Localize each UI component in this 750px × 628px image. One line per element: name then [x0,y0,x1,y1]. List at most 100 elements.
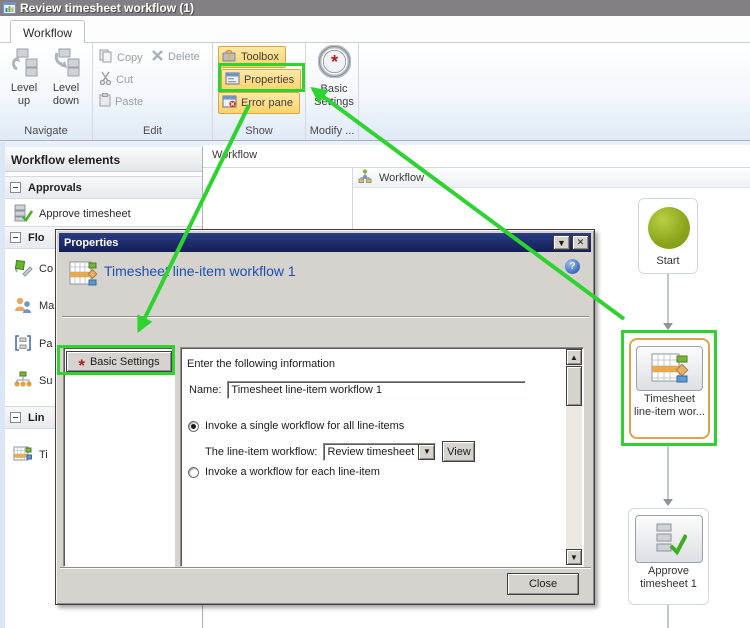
paste-button[interactable]: Paste [99,93,143,110]
subworkflow-icon [13,371,33,392]
ribbon-group-navigate-label: Navigate [0,125,92,137]
dialog-content: Enter the following information Name: Ti… [180,347,584,567]
start-node-shape [648,207,690,249]
collapse-minus-icon[interactable] [10,412,21,423]
line-item-workflow-label: The line-item workflow: [205,446,317,458]
element-label: Approve timesheet [39,208,131,220]
combo-dropdown-icon[interactable]: ▼ [418,444,435,460]
dialog-header-title: Timesheet line-item workflow 1 [104,263,296,279]
approve-node-icon [651,522,687,556]
connector-timesheet-approve [667,446,669,500]
ribbon-group-edit: Copy Delete Cut Paste Edit [93,43,213,140]
ribbon-group-show: Toolbox Properties Error pane Show [213,43,306,140]
start-node-label: Start [641,255,695,268]
cut-icon [99,71,112,88]
radio-single-label: Invoke a single workflow for all line-it… [205,420,404,432]
toolbox-label: Toolbox [241,51,279,63]
workflow-editor-window: Review timesheet workflow (1) Workflow L… [0,0,750,628]
timesheet-node-label: Timesheet line-item wor... [633,393,706,419]
scrollbar-thumb[interactable] [566,366,582,406]
copy-icon [99,49,113,66]
dialog-scrollbar[interactable]: ▲ ▼ [566,349,582,565]
element-label: Ti [39,449,48,461]
combo-selected-value: Review timesheet [324,444,418,460]
dialog-dropdown-button[interactable]: ▼ [553,235,570,250]
error-pane-icon [222,95,237,111]
error-pane-button[interactable]: Error pane [218,92,300,114]
level-down-icon [46,47,86,80]
name-input[interactable]: Timesheet line-item workflow 1 [227,381,526,399]
conditional-decision-icon [13,258,33,281]
dialog-titlebar[interactable]: Properties ▼ ✕ [59,233,591,252]
element-label: Ma [39,300,54,312]
view-button[interactable]: View [442,441,475,462]
delete-icon [151,49,164,65]
canvas-panel-title: Workflow [212,149,257,161]
radio-each-line-item[interactable] [188,467,199,478]
cut-label: Cut [116,74,133,86]
element-label: Pa [39,338,52,350]
copy-button[interactable]: Copy [99,49,143,66]
dialog-separator [62,316,589,318]
close-button[interactable]: Close [507,573,579,595]
tab-workflow[interactable]: Workflow [10,20,85,44]
dialog-title: Properties [59,237,118,249]
canvas-breadcrumb[interactable]: Workflow [353,168,750,188]
error-pane-label: Error pane [241,97,293,109]
level-down-label: Level down [46,82,86,108]
window-titlebar[interactable]: Review timesheet workflow (1) [0,0,750,16]
properties-dialog: Properties ▼ ✕ Timesheet line-item workf… [55,229,595,605]
toolbox-button[interactable]: Toolbox [218,46,286,68]
properties-button[interactable]: Properties [221,69,301,91]
level-down-button[interactable]: Level down [46,47,86,108]
delete-label: Delete [168,51,200,63]
approval-element-icon [13,204,33,225]
timesheet-table-icon [13,446,33,465]
scroll-up-icon[interactable]: ▲ [566,349,582,365]
manual-decision-icon [13,296,33,317]
timesheet-node-icon-plate [636,346,703,391]
elements-panel-title: Workflow elements [5,148,202,172]
element-label: Co [39,263,53,275]
breadcrumb-label: Workflow [379,172,424,184]
node-timesheet-line-item[interactable]: Timesheet line-item wor... [629,338,710,439]
basic-settings-ribbon-label: Basic Settings [312,83,356,109]
ribbon-group-navigate: Level up Level down Navigate [0,43,93,140]
properties-label: Properties [244,74,294,86]
level-up-button[interactable]: Level up [4,47,44,108]
scroll-down-icon[interactable]: ▼ [566,549,582,565]
workflow-breadcrumb-icon [358,169,372,187]
delete-button[interactable]: Delete [151,49,200,65]
section-flow-label: Flo [28,232,45,244]
properties-icon [225,72,240,88]
collapse-minus-icon[interactable] [10,182,21,193]
connector-arrowhead [663,323,673,330]
element-label: Su [39,375,52,387]
basic-settings-ribbon-button[interactable]: * Basic Settings [312,45,356,109]
ribbon-group-modify-label: Modify ... [306,125,358,137]
collapse-minus-icon[interactable] [10,232,21,243]
section-approvals[interactable]: Approvals [5,176,202,199]
parallel-activity-icon [13,334,33,355]
app-icon [3,2,16,14]
node-approve-timesheet[interactable]: Approve timesheet 1 [628,508,709,605]
connector-arrowhead [663,499,673,506]
node-start[interactable]: Start [638,198,698,274]
toolbox-icon [222,49,237,65]
cut-button[interactable]: Cut [99,71,133,88]
radio-single-workflow[interactable] [188,421,199,432]
basic-settings-button[interactable]: * Basic Settings [66,351,172,372]
basic-settings-icon: * [312,45,356,81]
svg-text:*: * [330,52,337,72]
approve-node-icon-plate [635,515,703,563]
section-approvals-label: Approvals [28,182,82,194]
line-item-workflow-select[interactable]: Review timesheet ▼ [323,443,436,461]
dialog-header-icon [69,261,97,290]
paste-icon [99,93,111,110]
element-approve-timesheet[interactable]: Approve timesheet [5,202,202,226]
dialog-close-icon-button[interactable]: ✕ [572,235,589,250]
ribbon: Level up Level down Navigate Copy Delete [0,43,750,141]
connector-approve-next [667,605,669,628]
help-icon[interactable]: ? [565,259,580,274]
connector-start-timesheet [667,274,669,324]
